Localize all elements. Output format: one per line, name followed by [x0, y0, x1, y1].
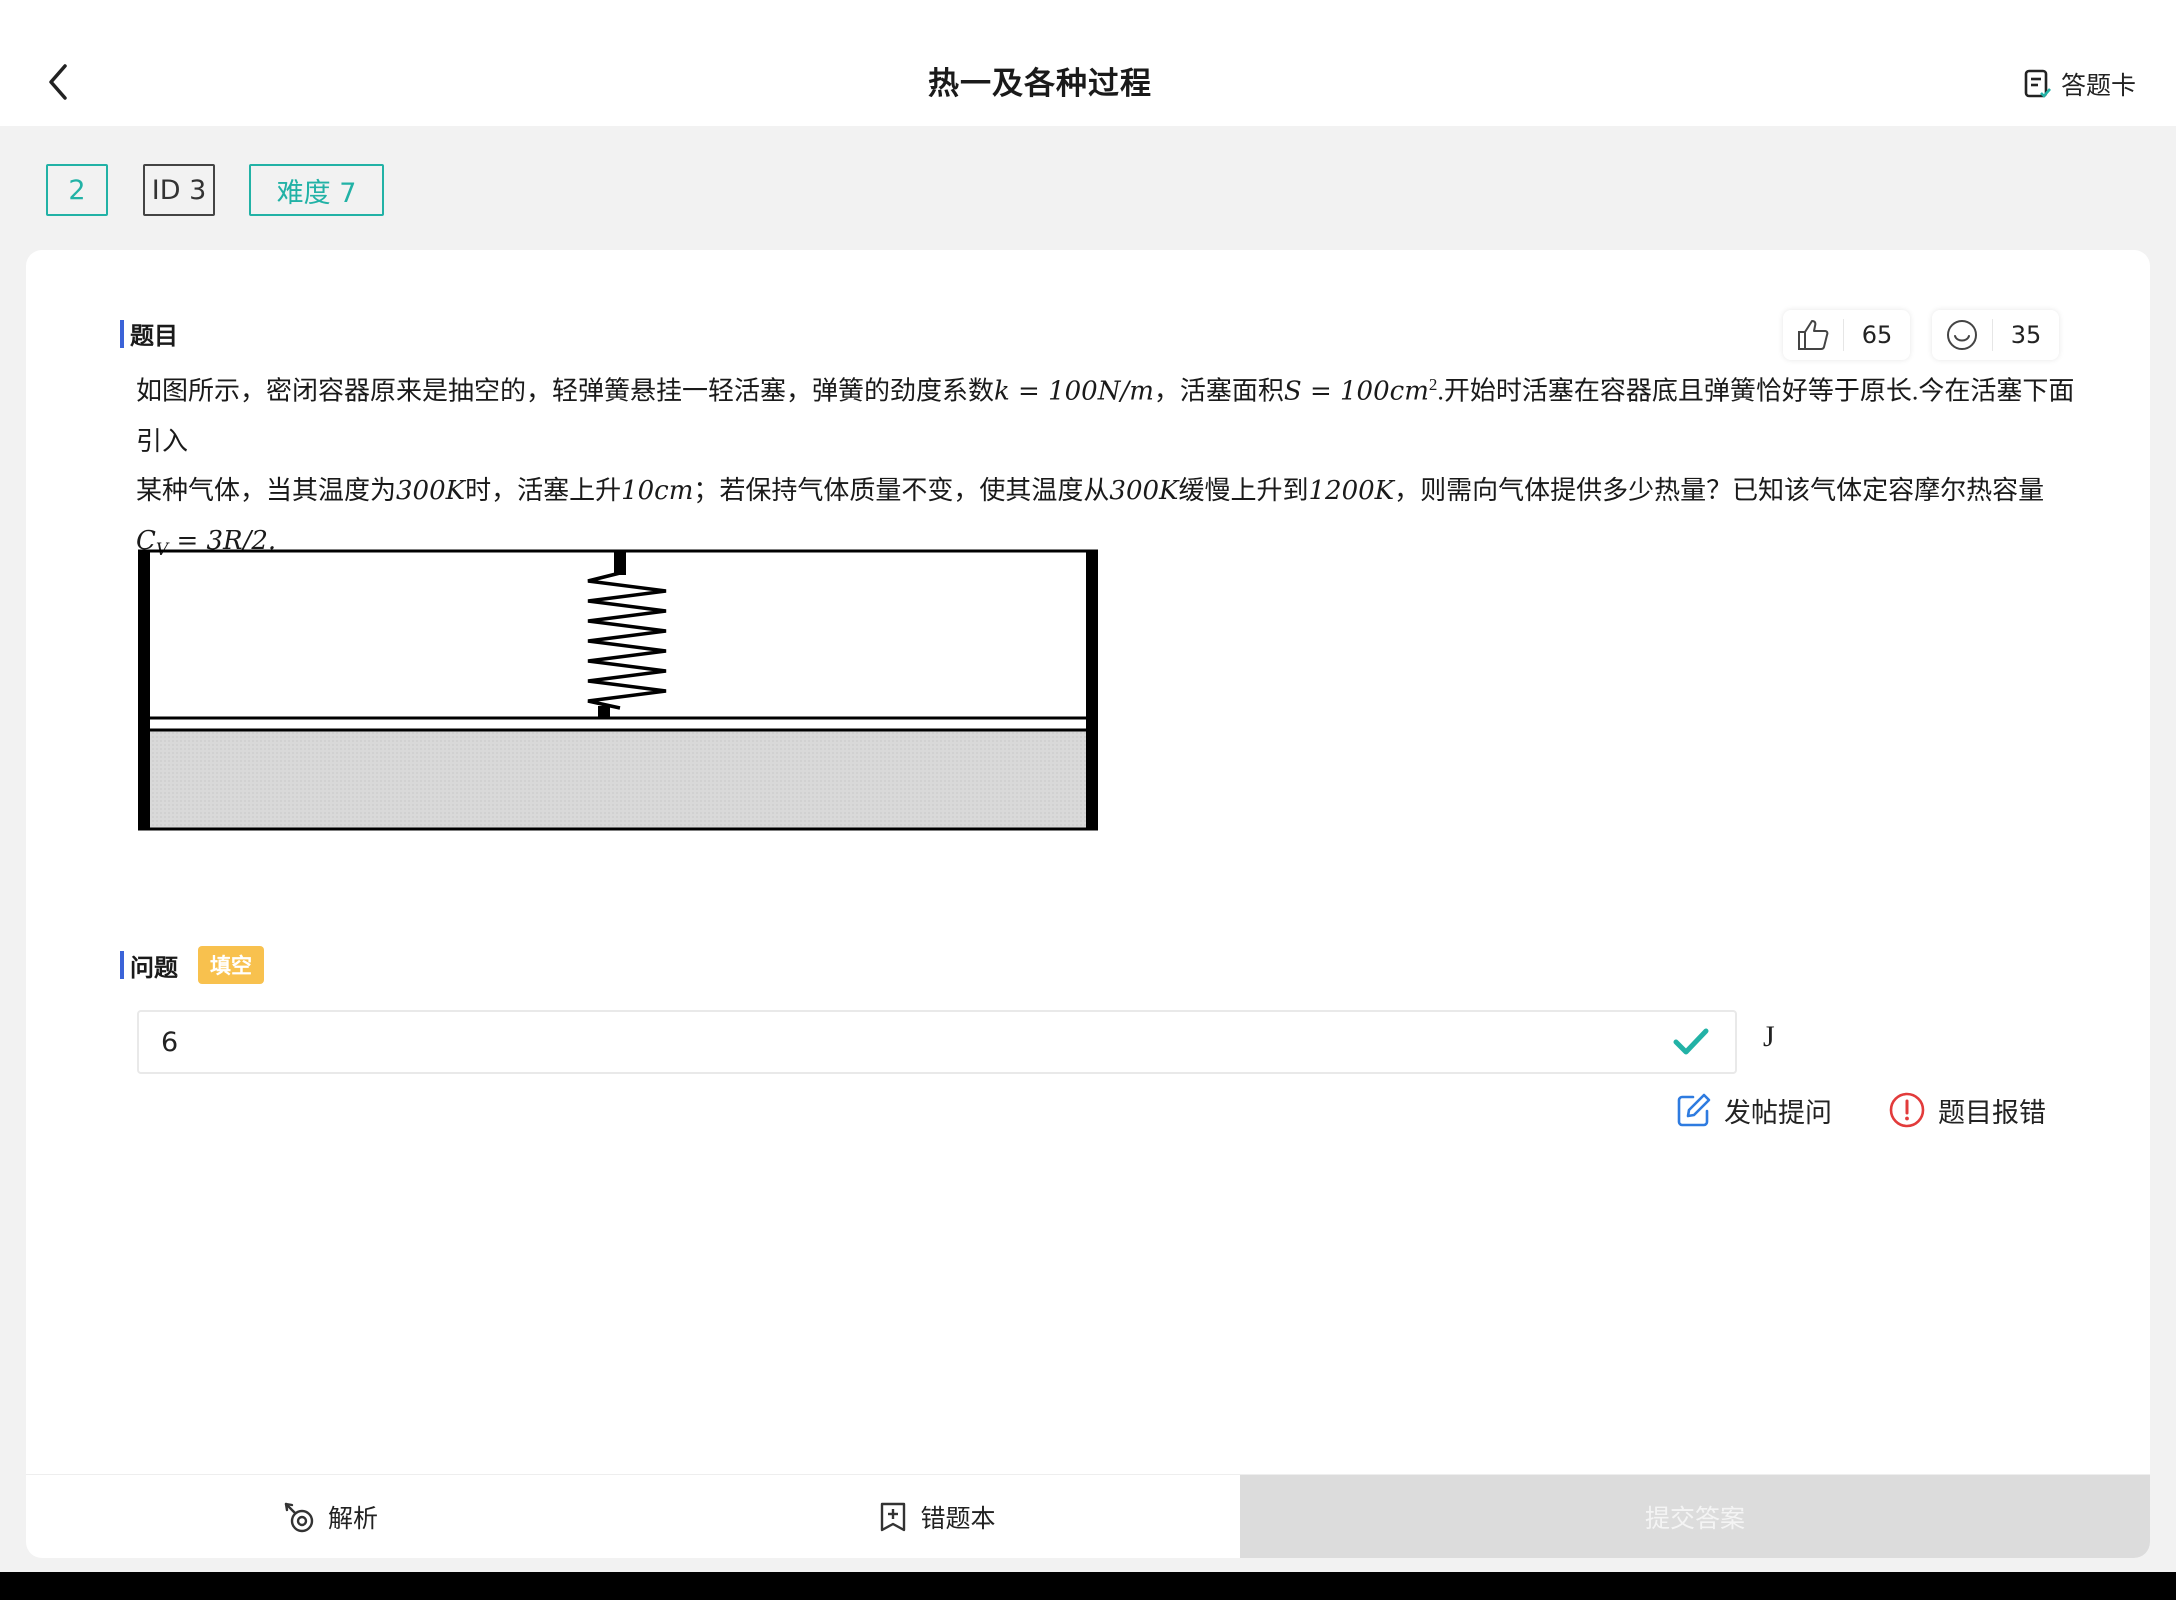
question-number-tag: 2	[46, 164, 108, 216]
question-line-2: 某种气体，当其温度为300K时，活塞上升10cm；若保持气体质量不变，使其温度从…	[136, 475, 2045, 506]
question-card: 题目 65 35 如图所示，密闭容器原来是抽空的，轻弹簧悬挂一轻活塞，弹簧的劲度…	[26, 250, 2150, 1558]
spring-constant: k = 100N/m	[994, 376, 1154, 407]
alert-icon	[1889, 1092, 1925, 1128]
post-question-label: 发帖提问	[1724, 1097, 1832, 1129]
gas-region	[148, 731, 1088, 828]
like-count: 65	[1861, 321, 1893, 349]
fill-blank-tag: 填空	[198, 946, 264, 984]
spring-coil	[587, 571, 667, 710]
container-figure	[138, 549, 1098, 831]
answer-value: 6	[161, 1026, 179, 1058]
answer-card-label: 答题卡	[2060, 71, 2136, 100]
container-right-wall	[1086, 550, 1098, 830]
piston-area: S = 100cm	[1283, 376, 1429, 407]
answer-input[interactable]: 6	[137, 1010, 1737, 1074]
container-left-wall	[138, 550, 150, 830]
answer-unit: J	[1763, 1020, 1775, 1053]
section-bar	[120, 319, 124, 348]
problem-section-label: 问题	[130, 953, 178, 982]
analysis-label: 解析	[327, 1503, 378, 1533]
bookmark-add-icon	[881, 1502, 906, 1531]
page-title: 热一及各种过程	[928, 66, 1152, 102]
difficulty-tag: 难度 7	[249, 164, 384, 216]
section-bar	[120, 951, 124, 979]
question-section-title: 题目	[120, 316, 178, 351]
submit-answer-button[interactable]: 提交答案	[1240, 1475, 2150, 1558]
report-error-button[interactable]: 题目报错	[1888, 1090, 2046, 1130]
post-question-button[interactable]: 发帖提问	[1676, 1090, 1832, 1130]
question-id-tag: ID 3	[143, 164, 215, 216]
reaction-button[interactable]: 35	[1932, 310, 2059, 360]
spring-bottom-rod	[598, 706, 610, 719]
thumbs-up-icon	[1783, 317, 1843, 353]
question-line-1: 如图所示，密闭容器原来是抽空的，轻弹簧悬挂一轻活塞，弹簧的劲度系数k = 100…	[136, 375, 2075, 456]
analysis-icon	[284, 1502, 314, 1532]
question-text: 如图所示，密闭容器原来是抽空的，轻弹簧悬挂一轻活塞，弹簧的劲度系数k = 100…	[136, 360, 2086, 575]
answer-sheet-icon	[2024, 69, 2051, 98]
wrong-book-button[interactable]: 错题本	[634, 1475, 1240, 1558]
top-bar: 热一及各种过程 答题卡	[0, 0, 2176, 126]
bottom-action-bar: 解析 错题本 提交答案	[26, 1474, 2150, 1558]
analysis-button[interactable]: 解析	[26, 1475, 634, 1558]
answer-card-button[interactable]: 答题卡	[2023, 66, 2136, 102]
edit-icon	[1677, 1093, 1711, 1127]
like-button[interactable]: 65	[1783, 310, 1910, 360]
problem-section-title: 问题 填空	[120, 946, 264, 984]
reaction-count: 35	[2010, 321, 2042, 349]
question-section-label: 题目	[130, 322, 178, 350]
check-icon	[1673, 1028, 1709, 1055]
smiley-icon	[1932, 318, 1992, 352]
wrong-book-label: 错题本	[920, 1503, 996, 1533]
report-error-label: 题目报错	[1938, 1097, 2046, 1129]
system-bottom-strip	[0, 1572, 2176, 1600]
spring-top-rod	[614, 551, 626, 575]
